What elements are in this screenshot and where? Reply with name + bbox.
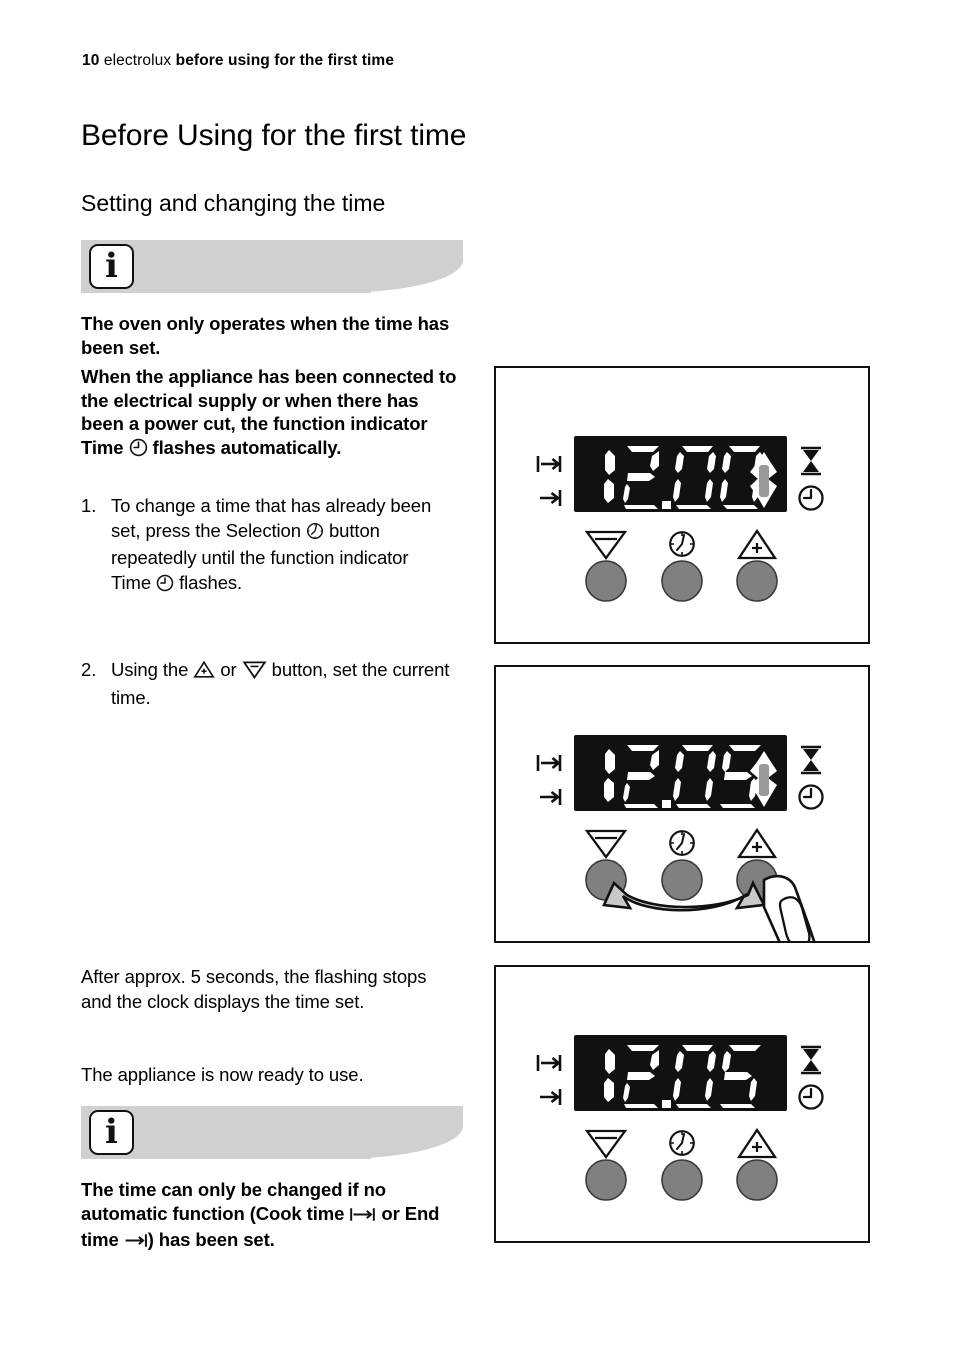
step-1-text-a: To change a time that has already been s… (111, 495, 432, 541)
clock-icon (129, 438, 148, 463)
hand-pointer (762, 874, 816, 941)
control-panel-1205-set: 12.05 (494, 965, 870, 1243)
cook-time-icon (349, 1205, 376, 1229)
step-2-text-a: Using the (111, 659, 194, 680)
selection-clock-icon (306, 522, 324, 547)
info-box-bottom: i (81, 1106, 471, 1159)
triangle-up-plus-icon (193, 660, 216, 686)
clock-icon (156, 574, 174, 599)
clock-time-indicator (798, 485, 824, 511)
control-panel-1200: 12.00 (494, 366, 870, 644)
page-title: Before Using for the first time (81, 119, 467, 153)
end-time-indicator (540, 490, 562, 506)
info-band (81, 1106, 463, 1159)
info-icon: i (89, 244, 134, 289)
list-item: 1. To change a time that has already bee… (81, 494, 453, 598)
hourglass-timer-indicator (801, 446, 821, 476)
info-box-top: i (81, 240, 471, 293)
running-header: 10 electrolux before using for the first… (82, 52, 394, 70)
plus-button-symbol (736, 1127, 778, 1159)
clock-time-indicator (798, 784, 824, 810)
after-paragraph-1: After approx. 5 seconds, the flashing st… (81, 966, 427, 1012)
step-2-body: Using the or button, set the current tim… (111, 658, 461, 710)
hourglass-timer-indicator (801, 745, 821, 775)
cook-time-indicator (536, 755, 562, 771)
step-1-body: To change a time that has already been s… (111, 494, 453, 598)
step-2-text-b: or (215, 659, 242, 680)
brand-label: electrolux (103, 52, 172, 69)
cook-time-indicator (536, 1055, 562, 1071)
selection-button-symbol (669, 1130, 695, 1156)
control-panel-1200-graphic (536, 436, 824, 602)
clock-time-indicator (798, 1084, 824, 1110)
selection-button-symbol (669, 531, 695, 557)
selection-button (661, 1159, 703, 1201)
step-2-number: 2. (81, 659, 97, 680)
section-label: before using for the first time (175, 52, 395, 69)
cook-time-indicator (536, 456, 562, 472)
control-panel-1205-setting: 12.05 (494, 665, 870, 943)
minus-button (585, 1159, 627, 1201)
section-title: Setting and changing the time (81, 190, 386, 217)
end-time-icon (124, 1231, 148, 1255)
end-time-indicator (540, 1089, 562, 1105)
info-band (81, 240, 463, 293)
list-item: 2. Using the or button, set the current … (81, 658, 461, 710)
info-bottom-text-c: ) has been set. (147, 1229, 275, 1250)
info-letter-i: i (105, 1111, 118, 1152)
hourglass-timer-indicator (801, 1045, 821, 1075)
plus-button (736, 560, 778, 602)
minus-button-symbol (584, 1129, 628, 1159)
selection-button (661, 859, 703, 901)
triangle-down-minus-icon (242, 660, 267, 686)
after-paragraph-2: The appliance is now ready to use. (81, 1064, 364, 1085)
minus-button-symbol (584, 530, 628, 560)
info-icon: i (89, 1110, 134, 1155)
info-letter-i: i (105, 245, 118, 286)
control-panel-1205-set-graphic (536, 1035, 824, 1201)
info-bottom-paragraph: The time can only be changed if no autom… (81, 1178, 469, 1255)
info-top-paragraph-1: The oven only operates when the time has… (81, 313, 450, 358)
info-top-paragraph-2-text-b: flashes automatically. (147, 436, 342, 458)
selection-button-symbol (669, 830, 695, 856)
step-1-text-c: flashes. (174, 571, 243, 593)
selection-button (661, 560, 703, 602)
info-top-paragraph-2: When the appliance has been connected to… (81, 365, 459, 462)
control-panel-1205-setting-graphic (536, 735, 824, 941)
plus-button-symbol (736, 528, 778, 560)
minus-button-symbol (584, 829, 628, 859)
end-time-indicator (540, 789, 562, 805)
step-1-number: 1. (81, 495, 97, 516)
info-bottom-text-a: The time can only be changed if no autom… (81, 1179, 386, 1224)
page-number: 10 (82, 52, 100, 69)
plus-button-symbol (736, 827, 778, 859)
plus-button (736, 1159, 778, 1201)
minus-button (585, 560, 627, 602)
